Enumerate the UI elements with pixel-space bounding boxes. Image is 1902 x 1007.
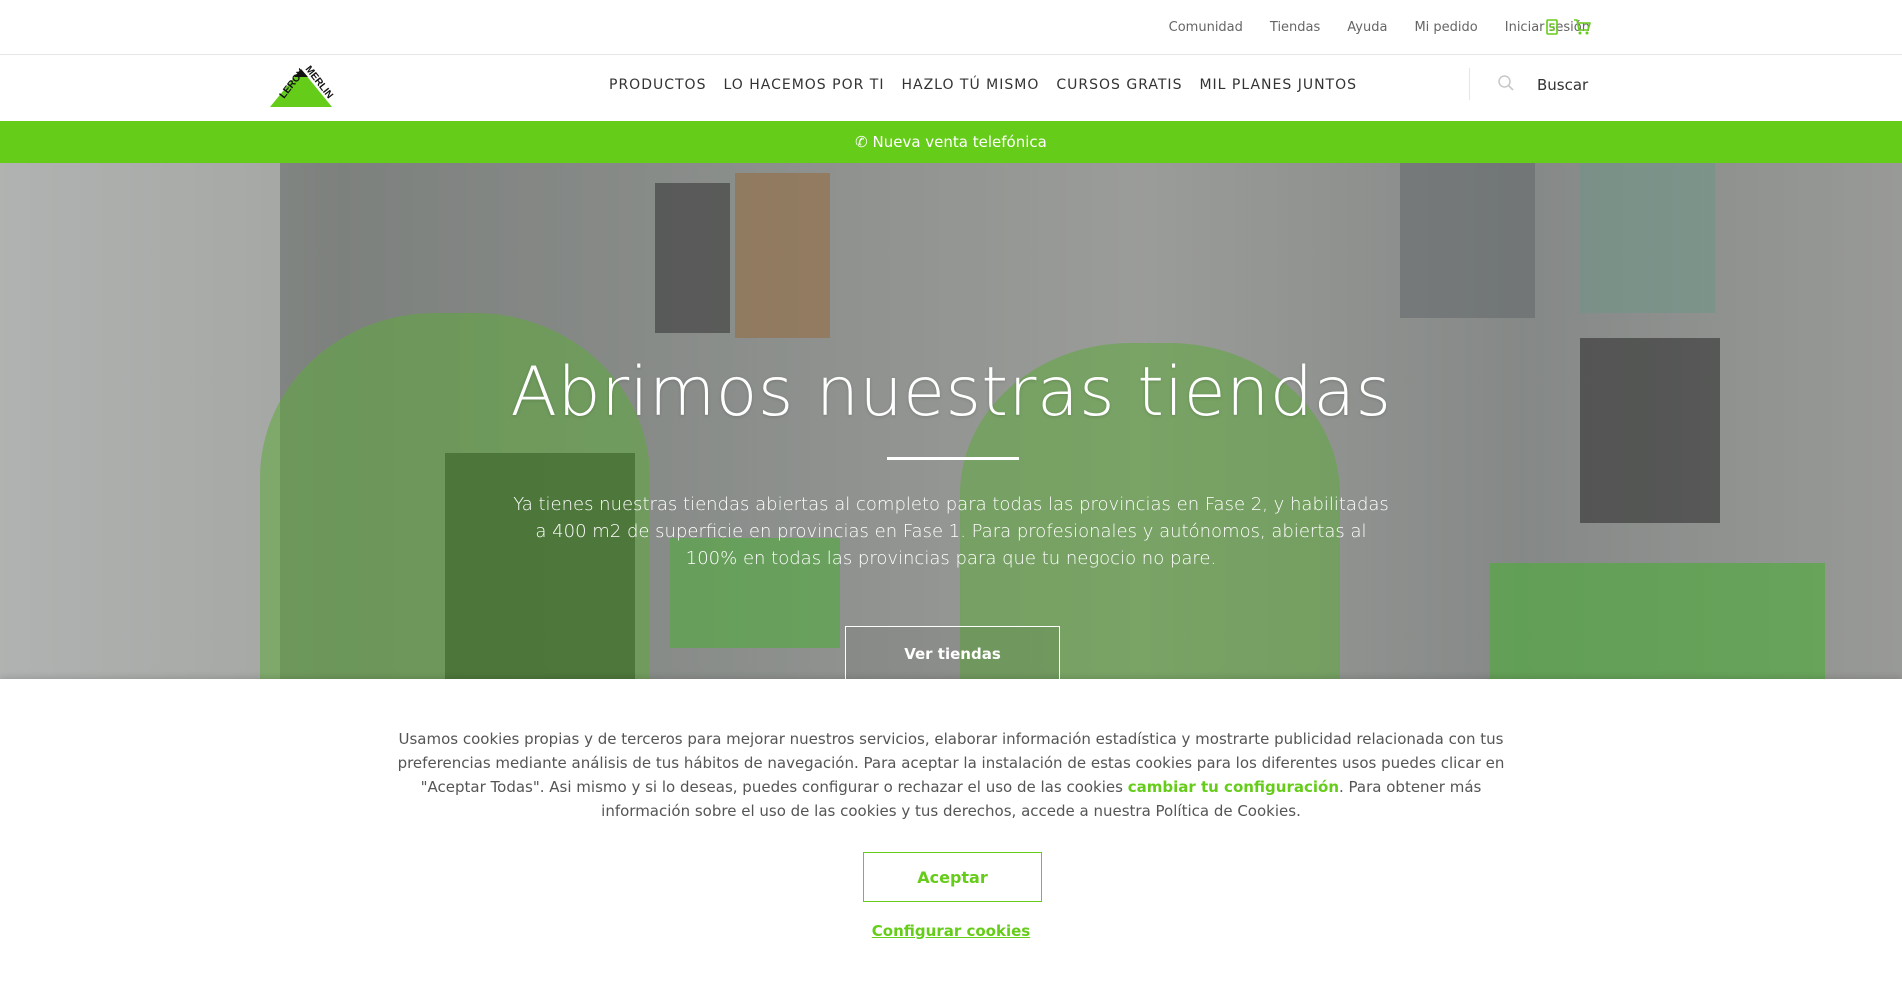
utility-link-comunidad[interactable]: Comunidad [1169, 20, 1243, 35]
hero-description: Ya tienes nuestras tiendas abiertas al c… [513, 494, 1389, 569]
main-nav: LEROY MERLIN PRODUCTOS LO HACEMOS POR TI… [0, 56, 1902, 121]
hero-section: Abrimos nuestras tiendas Ya tienes nuest… [0, 163, 1902, 679]
utility-links: Comunidad Tiendas Ayuda Mi pedido Inicia… [1169, 20, 1590, 35]
nav-item-productos[interactable]: PRODUCTOS [609, 77, 706, 93]
hero-title: Abrimos nuestras tiendas [510, 353, 1392, 432]
shopping-list-icon[interactable] [1543, 18, 1561, 36]
hero-photo-panel-dark [655, 183, 730, 333]
hero-photo-sign-green [1490, 563, 1825, 679]
nav-item-hazlo-tu-mismo[interactable]: HAZLO TÚ MISMO [901, 77, 1039, 93]
configure-cookies-link[interactable]: Configurar cookies [0, 922, 1902, 940]
utility-bar: Comunidad Tiendas Ayuda Mi pedido Inicia… [0, 0, 1902, 55]
hero-divider [887, 457, 1019, 460]
utility-link-tiendas[interactable]: Tiendas [1270, 20, 1320, 35]
utility-link-ayuda[interactable]: Ayuda [1347, 20, 1387, 35]
hero-photo-panel-gray [1400, 163, 1535, 318]
nav-item-lo-hacemos-por-ti[interactable]: LO HACEMOS POR TI [723, 77, 884, 93]
search-button[interactable]: Buscar [1497, 74, 1588, 96]
nav-item-cursos-gratis[interactable]: CURSOS GRATIS [1056, 77, 1182, 93]
search-icon [1497, 74, 1515, 96]
accept-cookies-button[interactable]: Aceptar [863, 852, 1042, 902]
cart-icon[interactable] [1573, 18, 1591, 36]
ver-tiendas-button[interactable]: Ver tiendas [845, 626, 1060, 679]
cookie-message: Usamos cookies propias y de terceros par… [390, 727, 1512, 823]
utility-link-mi-pedido[interactable]: Mi pedido [1414, 20, 1477, 35]
nav-menu: PRODUCTOS LO HACEMOS POR TI HAZLO TÚ MIS… [609, 77, 1357, 93]
cookie-settings-link[interactable]: cambiar tu configuración [1128, 778, 1339, 796]
promo-banner[interactable]: ✆ Nueva venta telefónica [0, 121, 1902, 163]
hero-photo-panel-door [735, 173, 830, 338]
nav-item-mil-planes-juntos[interactable]: MIL PLANES JUNTOS [1199, 77, 1357, 93]
hero-photo-panel-teal [1580, 163, 1715, 313]
promo-text: ✆ Nueva venta telefónica [855, 133, 1047, 151]
cookie-banner: Usamos cookies propias y de terceros par… [0, 679, 1902, 1007]
utility-icons [1543, 18, 1591, 36]
nav-divider [1469, 68, 1470, 100]
search-label: Buscar [1537, 76, 1589, 94]
leroy-merlin-logo[interactable]: LEROY MERLIN [268, 63, 335, 107]
